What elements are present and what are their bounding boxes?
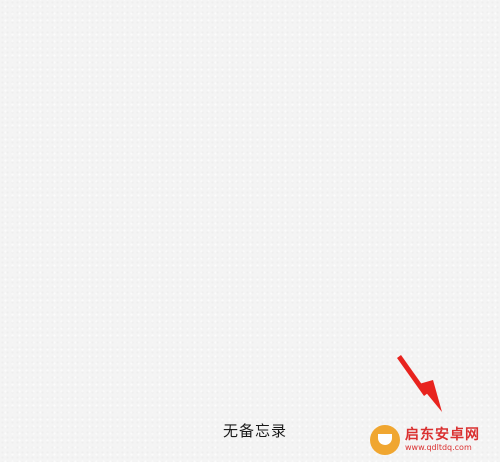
arrow-shaft [397,355,428,396]
notes-empty-screen: 无备忘录 启东安卓网 www.qdltdq.com [0,0,500,462]
watermark-name: 启东安卓网 [405,427,480,443]
red-arrow-annotation [397,355,442,412]
watermark-logo-icon [370,425,400,455]
arrow-head [419,380,442,412]
site-watermark: 启东安卓网 www.qdltdq.com [370,418,500,462]
watermark-url: www.qdltdq.com [405,443,472,452]
